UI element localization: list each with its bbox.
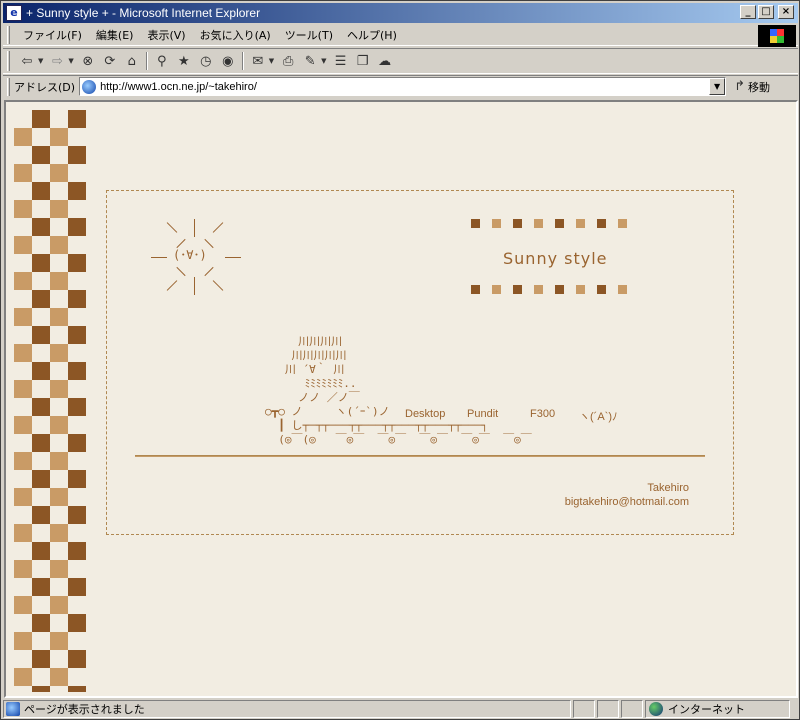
search-icon[interactable]: ⚲ (152, 51, 172, 71)
title-bar[interactable]: e + Sunny style + - Microsoft Internet E… (3, 3, 798, 23)
sun-icon: (･∀･) (151, 219, 241, 299)
stop-icon[interactable]: ⊗ (78, 51, 98, 71)
rail-line (135, 455, 705, 457)
mail-icon[interactable]: ✉ (248, 51, 268, 71)
signature: Takehiro bigtakehiro@hotmail.com (565, 481, 689, 509)
status-panel-2 (597, 700, 619, 718)
window-title: + Sunny style + - Microsoft Internet Exp… (26, 6, 261, 20)
menu-bar: ファイル(F) 編集(E) 表示(V) お気に入り(A) ツール(T) ヘルプ(… (3, 24, 798, 46)
menu-tools[interactable]: ツール(T) (278, 27, 340, 43)
home-icon[interactable]: ⌂ (122, 51, 142, 71)
status-panel-3 (621, 700, 643, 718)
address-bar: アドレス(D) http://www1.ocn.ne.jp/~takehiro/… (3, 75, 798, 97)
discuss-icon[interactable]: ☰ (331, 51, 351, 71)
media-icon[interactable]: ◉ (218, 51, 238, 71)
toolbar-grip[interactable] (7, 51, 10, 71)
page-done-icon (6, 702, 20, 716)
go-label: 移動 (747, 80, 770, 94)
site-title: Sunny style (503, 249, 608, 268)
signature-name: Takehiro (647, 482, 689, 494)
zone-text: インターネット (668, 703, 745, 716)
close-button[interactable]: × (778, 5, 794, 19)
ie-window: e + Sunny style + - Microsoft Internet E… (0, 0, 800, 720)
menu-help[interactable]: ヘルプ(H) (340, 27, 404, 43)
address-label: アドレス(D) (14, 80, 76, 94)
toolbar: ⇦ ▼ ⇨ ▼ ⊗ ⟳ ⌂ ⚲ ★ ◷ ◉ ✉ ▼ ⎙ ✎ ▼ ☰ ❐ ☁ (3, 48, 798, 74)
print-icon[interactable]: ⎙ (278, 51, 298, 71)
checkerboard-border (14, 110, 86, 692)
edit-icon[interactable]: ✎ (300, 51, 320, 71)
status-bar: ページが表示されました インターネット (3, 699, 798, 719)
menu-file[interactable]: ファイル(F) (16, 27, 89, 43)
menu-favorites[interactable]: お気に入り(A) (193, 27, 278, 43)
maximize-button[interactable]: □ (758, 5, 774, 19)
windows-logo (758, 25, 796, 47)
address-grip[interactable] (7, 77, 10, 96)
ascii-train-art: 川川川川 川川川川川 川 ´∀｀ 川 ﾐﾐﾐﾐﾐﾐﾐ.. ノノ ／ノ￣ ○┳○ … (265, 335, 532, 446)
train-link-f300[interactable]: F300 (530, 408, 555, 420)
signature-email[interactable]: bigtakehiro@hotmail.com (565, 495, 689, 509)
menu-grip[interactable] (7, 25, 10, 44)
train-link-last[interactable]: ヽ(´A`)ﾉ (579, 408, 618, 424)
refresh-icon[interactable]: ⟳ (100, 51, 120, 71)
address-url[interactable]: http://www1.ocn.ne.jp/~takehiro/ (100, 81, 257, 93)
go-button[interactable]: ↱ 移動 (734, 79, 770, 95)
back-icon[interactable]: ⇦ (17, 51, 37, 71)
research-icon[interactable]: ❐ (353, 51, 373, 71)
messenger-icon[interactable]: ☁ (375, 51, 395, 71)
address-input[interactable]: http://www1.ocn.ne.jp/~takehiro/ ▼ (79, 77, 727, 96)
title-squares-bottom (471, 285, 627, 294)
menu-view[interactable]: 表示(V) (140, 27, 192, 43)
ie-icon[interactable]: e (6, 5, 22, 21)
status-text: ページが表示されました (24, 703, 145, 716)
status-panel-1 (573, 700, 595, 718)
status-main: ページが表示されました (3, 700, 571, 718)
minimize-button[interactable]: _ (740, 5, 756, 19)
menu-edit[interactable]: 編集(E) (89, 27, 141, 43)
history-icon[interactable]: ◷ (196, 51, 216, 71)
title-squares-top (471, 219, 627, 228)
address-dropdown-button[interactable]: ▼ (709, 78, 726, 95)
forward-icon[interactable]: ⇨ (47, 51, 67, 71)
internet-zone-icon (649, 702, 663, 716)
status-zone: インターネット (645, 700, 790, 718)
favorites-icon[interactable]: ★ (174, 51, 194, 71)
page-content[interactable]: (･∀･) Sunny style 川川川川 川川川川川 川 ´∀｀ 川 ﾐﾐﾐ… (4, 100, 798, 698)
train-link-pundit[interactable]: Pundit (467, 408, 498, 420)
train-link-desktop[interactable]: Desktop (405, 408, 445, 420)
sun-face: (･∀･) (173, 248, 207, 262)
go-arrow-icon: ↱ (734, 79, 745, 94)
content-frame: (･∀･) Sunny style 川川川川 川川川川川 川 ´∀｀ 川 ﾐﾐﾐ… (106, 190, 734, 535)
page-icon (82, 79, 97, 94)
